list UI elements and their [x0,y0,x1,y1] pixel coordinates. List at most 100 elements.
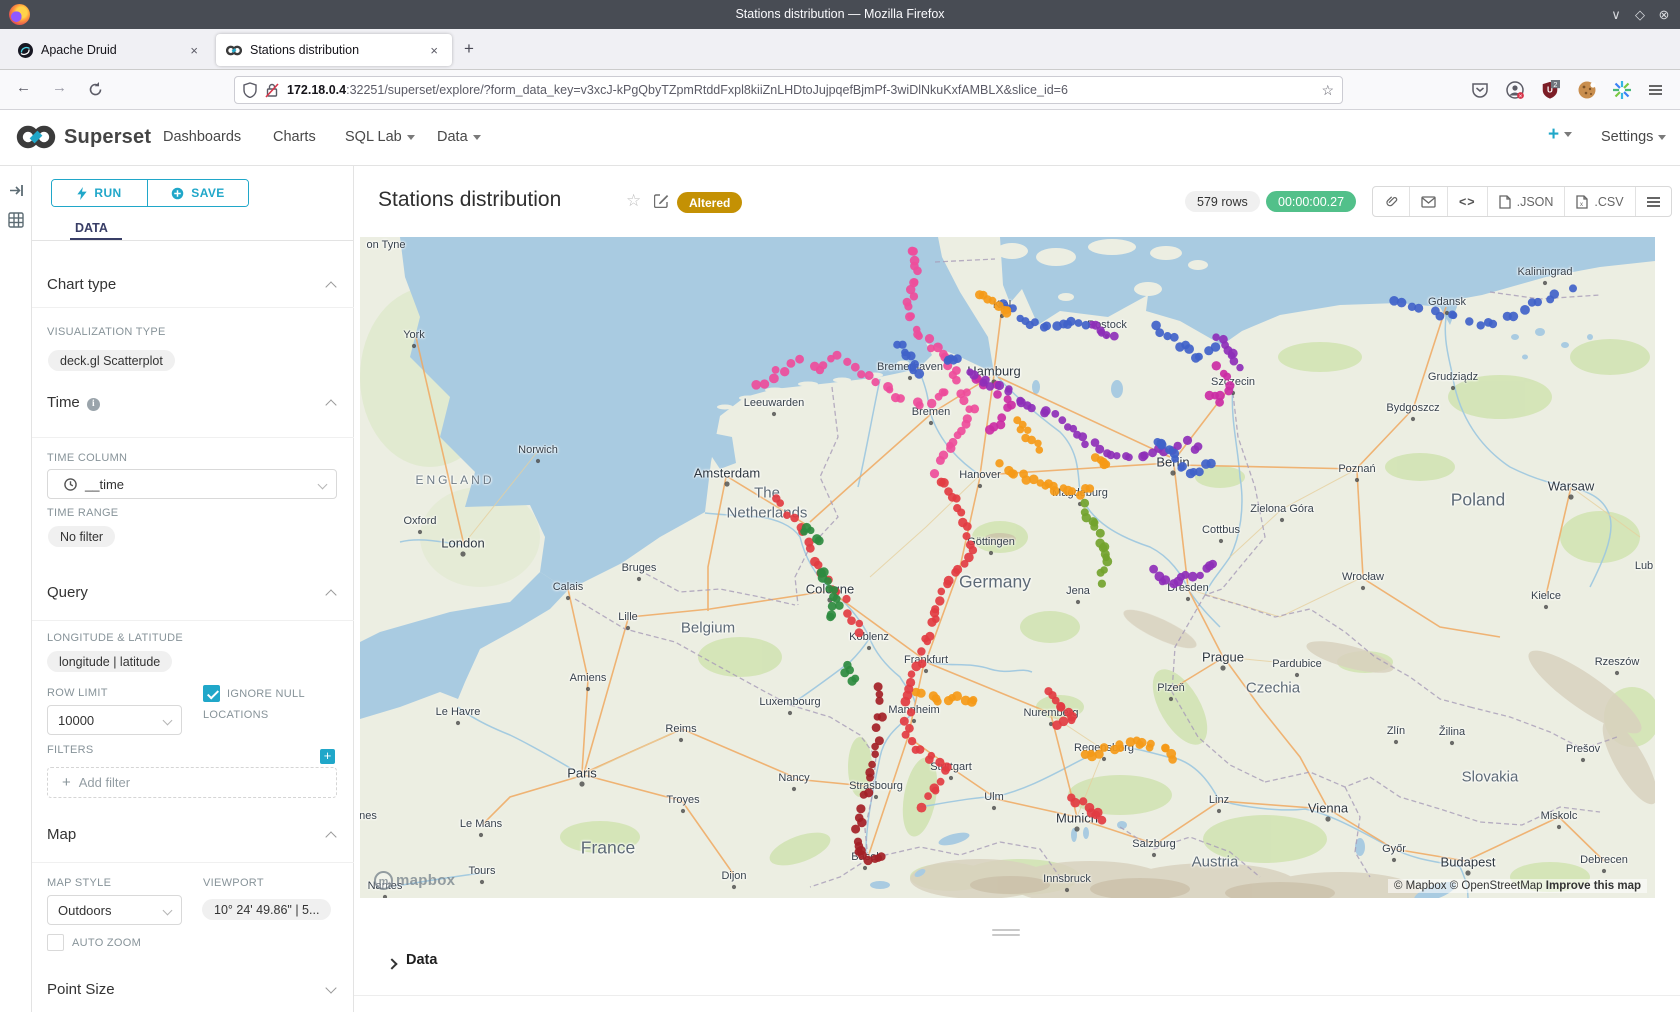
share-link-button[interactable] [1373,187,1410,216]
url-bar[interactable]: 172.18.0.4:32251/superset/explore/?form_… [234,76,1343,104]
embed-code-button[interactable]: <> [1448,187,1488,216]
druid-favicon [18,43,33,58]
nav-data[interactable]: Data [437,129,481,145]
nav-dashboards[interactable]: Dashboards [163,129,241,145]
chevron-up-icon[interactable] [325,281,336,292]
lonlat-label: LONGITUDE & LATITUDE [47,632,183,644]
section-time[interactable]: Timei [47,394,100,411]
add-new-button[interactable]: + [1548,124,1572,146]
settings-menu[interactable]: Settings [1601,129,1666,145]
improve-map-link[interactable]: Improve this map [1546,880,1641,892]
lonlat-value[interactable]: longitude | latitude [47,651,172,672]
superset-logo[interactable]: Superset [16,122,151,152]
nav-sql-lab[interactable]: SQL Lab [345,129,415,145]
mapbox-logo[interactable]: mmapbox [374,871,455,890]
run-button[interactable]: RUN [52,180,148,206]
chevron-up-icon[interactable] [325,589,336,600]
data-panel-header[interactable]: Data [354,944,1680,996]
window-close-icon[interactable]: ⊗ [1652,0,1676,29]
map-attribution[interactable]: © Mapbox © OpenStreetMap Improve this ma… [1388,879,1647,893]
row-limit-select[interactable]: 10000 [47,705,182,735]
panel-resize-grip[interactable] [992,926,1020,939]
export-csv-button[interactable]: x .CSV [1565,187,1635,216]
chart-menu-button[interactable] [1636,187,1671,216]
deckgl-map[interactable]: on TyneYorkNorwichENGLANDOxfordLondonLee… [360,237,1655,898]
time-column-label: TIME COLUMN [47,452,127,464]
bookmark-star-icon[interactable]: ☆ [1321,82,1334,99]
tab-close-icon[interactable]: × [426,43,442,58]
cookie-icon[interactable] [1577,80,1597,100]
chevron-down-icon [473,135,481,140]
ublock-shield-icon[interactable]: U2 [1540,80,1560,100]
tab-data[interactable]: DATA [75,221,108,235]
shield-permissions-icon[interactable] [243,82,257,98]
info-icon: i [87,398,100,411]
window-minimize-icon[interactable]: ∨ [1604,0,1628,29]
shield-badge: 2 [1553,80,1557,89]
edit-properties-icon[interactable] [654,193,669,208]
lightning-icon [77,187,87,200]
chevron-down-icon [318,479,328,489]
add-filter-box[interactable]: +Add filter [47,767,337,798]
menu-hamburger-icon[interactable] [1649,83,1669,103]
ignore-null-label-1: IGNORE NULL [227,688,305,700]
link-icon [1384,195,1398,209]
section-chart-type[interactable]: Chart type [47,276,116,293]
mail-icon [1421,196,1436,208]
altered-badge[interactable]: Altered [677,192,742,213]
viewport-value[interactable]: 10° 24' 49.86" | 5... [202,899,331,920]
chevron-down-icon [163,715,173,725]
save-button[interactable]: SAVE [148,180,248,206]
superset-favicon [226,45,242,56]
export-json-button[interactable]: .JSON [1488,187,1566,216]
email-button[interactable] [1410,187,1448,216]
tab-stations-distribution[interactable]: Stations distribution × [216,34,452,66]
file-csv-icon: x [1576,195,1588,209]
clock-icon [64,478,77,491]
left-rail [0,166,32,1012]
browser-toolbar: ← → 172.18.0.4:32251/superset/explore/?f… [0,70,1680,110]
time-range-value[interactable]: No filter [48,526,115,547]
chevron-down-icon [1658,135,1666,140]
extension-sparkle-icon[interactable] [1612,80,1632,100]
data-panel-label: Data [406,952,437,968]
chevron-down-icon[interactable] [325,982,336,993]
filters-label: FILTERS [47,744,94,756]
row-limit-label: ROW LIMIT [47,687,108,699]
viz-type-value[interactable]: deck.gl Scatterplot [48,350,175,371]
reload-button[interactable] [88,82,103,97]
nav-charts[interactable]: Charts [273,129,316,145]
auto-zoom-checkbox[interactable] [47,934,64,951]
collapse-panel-icon[interactable] [9,183,24,198]
section-query[interactable]: Query [47,584,88,601]
window-titlebar: Stations distribution — Mozilla Firefox … [0,0,1680,29]
ignore-null-checkbox[interactable] [203,685,220,702]
auto-zoom-label: AUTO ZOOM [72,937,141,949]
window-maximize-icon[interactable]: ◇ [1628,0,1652,29]
window-title: Stations distribution — Mozilla Firefox [0,0,1680,29]
tab-apache-druid[interactable]: Apache Druid × [8,34,212,66]
dataset-grid-icon[interactable] [8,212,24,228]
map-style-select[interactable]: Outdoors [47,895,182,925]
plus-circle-icon [171,187,184,200]
time-column-select[interactable]: __time [47,469,337,499]
pocket-icon[interactable] [1470,80,1490,100]
control-panel: RUN SAVE DATA Chart type VISUALIZATION T… [32,166,354,1012]
tab-close-icon[interactable]: × [186,43,202,58]
new-tab-button[interactable]: + [464,39,474,59]
url-text[interactable]: 172.18.0.4:32251/superset/explore/?form_… [287,83,1321,97]
back-button[interactable]: ← [16,79,31,96]
section-map[interactable]: Map [47,826,76,843]
chevron-up-icon[interactable] [325,831,336,842]
chevron-down-icon [407,135,415,140]
favorite-star-icon[interactable]: ☆ [626,191,641,211]
account-icon[interactable]: × [1505,80,1525,100]
insecure-lock-icon[interactable] [265,82,279,98]
chevron-down-icon [163,905,173,915]
forward-button[interactable]: → [52,79,67,96]
row-count-badge: 579 rows [1185,191,1260,212]
section-point-size[interactable]: Point Size [47,981,115,998]
chevron-up-icon[interactable] [325,399,336,410]
add-filter-plus-button[interactable]: + [320,749,335,764]
chevron-down-icon [1564,132,1572,137]
